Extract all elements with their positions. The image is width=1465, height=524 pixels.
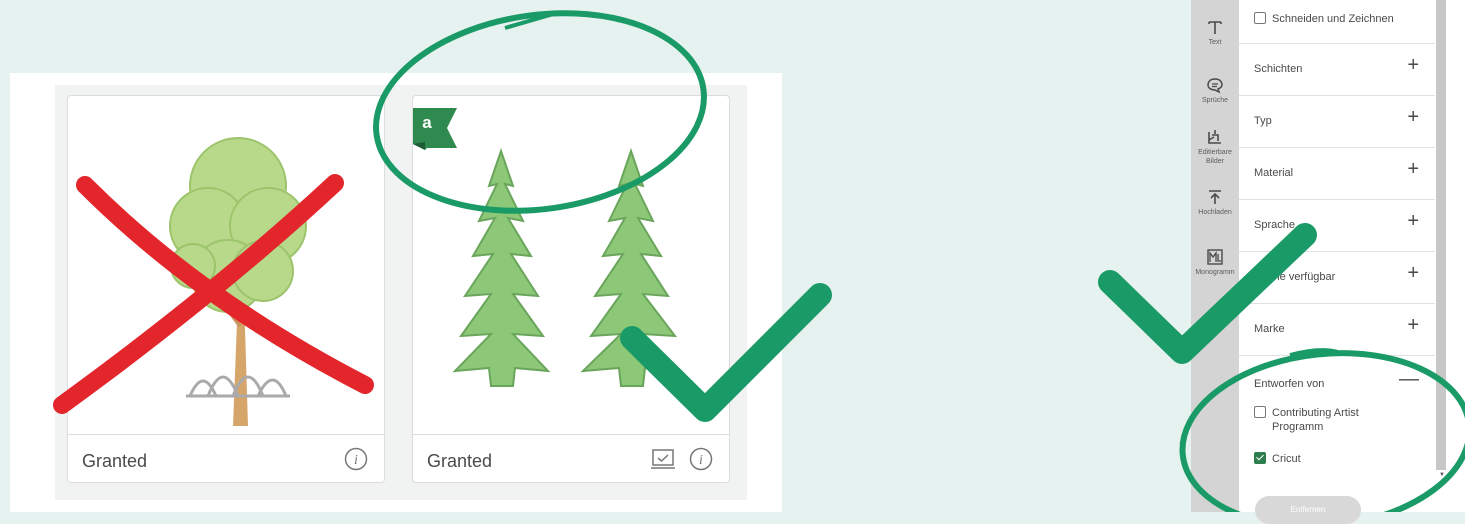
filter-section-material[interactable]: Material + [1239, 148, 1435, 200]
rail-item-monogram[interactable]: Monogramm [1191, 248, 1239, 277]
card-title: Granted [82, 451, 148, 471]
card-footer: Granted i [68, 434, 384, 482]
filter-section-brand[interactable]: Marke + [1239, 304, 1435, 356]
expand-plus-icon[interactable]: + [1407, 54, 1419, 77]
filter-section-type[interactable]: Typ + [1239, 96, 1435, 148]
scroll-down-arrow-icon[interactable]: ▼ [1439, 472, 1445, 478]
expand-plus-icon[interactable]: + [1407, 314, 1419, 337]
expand-plus-icon[interactable]: + [1407, 210, 1419, 233]
checkbox-checked[interactable] [1254, 452, 1266, 464]
rail-item-editable-images[interactable]: Editierbare Bilder [1191, 128, 1239, 166]
filter-row-top [1239, 0, 1435, 44]
section-label: Marke [1254, 323, 1285, 335]
access-badge-letter: a [422, 113, 432, 132]
rail-label: Editierbare Bilder [1198, 149, 1232, 165]
filter-panel: Schneiden und Zeichnen Schichten + Typ +… [1239, 0, 1435, 524]
filter-option-contributing-artist[interactable]: Contributing Artist Programm [1254, 406, 1359, 433]
rail-item-upload[interactable]: Hochladen [1191, 188, 1239, 217]
section-label: Typ [1254, 115, 1272, 127]
image-card-tree[interactable]: Granted i [67, 95, 385, 483]
tool-rail: Text Sprüche Editierbare Bilder Hochlade… [1191, 0, 1239, 512]
filter-section-language[interactable]: Sprache + [1239, 200, 1435, 252]
collapse-minus-icon[interactable]: — [1399, 368, 1419, 391]
info-icon[interactable]: i [689, 447, 713, 471]
upload-icon [1209, 190, 1221, 204]
info-icon[interactable]: i [344, 447, 368, 471]
section-label: Entworfen von [1254, 378, 1325, 390]
filter-section-online[interactable]: Online verfügbar + [1239, 252, 1435, 304]
scrollbar-thumb[interactable] [1436, 0, 1446, 470]
rail-label: Sprüche [1201, 97, 1229, 104]
rail-label: Text [1208, 39, 1222, 46]
remove-filters-button[interactable]: Entfernen [1255, 496, 1361, 524]
speech-bubble-icon [1207, 78, 1223, 94]
machine-compatible-icon [651, 449, 675, 469]
editable-image-icon [1208, 130, 1221, 144]
rail-label: Hochladen [1198, 209, 1232, 216]
option-label: Contributing Artist [1272, 407, 1359, 419]
expand-plus-icon[interactable]: + [1407, 106, 1419, 129]
card-footer: Granted i [413, 434, 729, 482]
expand-plus-icon[interactable]: + [1407, 158, 1419, 181]
section-label: Schichten [1254, 63, 1303, 75]
rail-item-sprueche[interactable]: Sprüche [1191, 76, 1239, 105]
rail-label: Monogramm [1195, 269, 1235, 276]
section-label: Online verfügbar [1254, 271, 1336, 283]
card-title: Granted [427, 451, 493, 471]
option-label: Cricut [1272, 453, 1301, 465]
section-label: Sprache [1254, 219, 1295, 231]
checkbox[interactable] [1254, 406, 1266, 418]
tree-image [169, 137, 307, 426]
image-card-pine-trees[interactable]: a Granted i [412, 95, 730, 483]
filter-section-layers[interactable]: Schichten + [1239, 44, 1435, 96]
section-label: Material [1254, 167, 1294, 179]
svg-text:i: i [699, 453, 703, 468]
filter-section-designed-by: Entworfen von — Contributing Artist Prog… [1239, 356, 1435, 496]
text-icon [1208, 21, 1222, 34]
pine-trees-image [452, 147, 684, 387]
filter-option-cricut[interactable]: Cricut [1254, 452, 1301, 465]
monogram-icon [1207, 249, 1223, 265]
svg-text:i: i [354, 453, 358, 468]
option-label-line2: Programm [1272, 421, 1324, 433]
expand-plus-icon[interactable]: + [1407, 262, 1419, 285]
image-grid: Granted i a Granted i [55, 85, 747, 500]
image-results-panel: Granted i a Granted i [10, 73, 782, 512]
rail-item-text[interactable]: Text [1191, 18, 1239, 47]
